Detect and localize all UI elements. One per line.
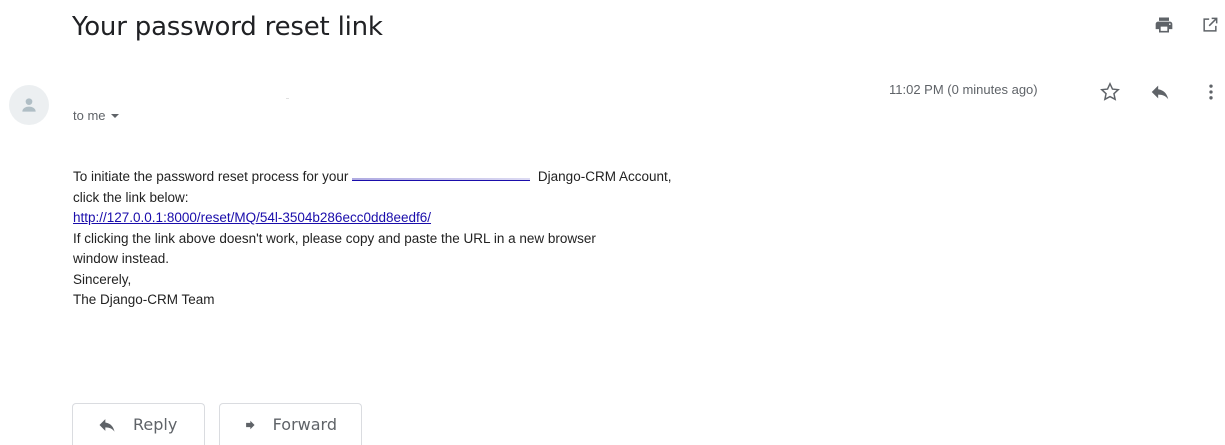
body-line-2: click the link below: — [73, 189, 189, 205]
print-button[interactable] — [1150, 11, 1178, 39]
reply-icon — [99, 418, 115, 432]
email-timestamp: 11:02 PM (0 minutes ago) — [889, 82, 1038, 97]
body-text: Django-CRM Account, — [537, 169, 672, 184]
sender-avatar[interactable] — [9, 85, 49, 125]
password-reset-link[interactable]: http://127.0.0.1:8000/reset/MQ/54l-3504b… — [73, 210, 431, 225]
redacted-email-link[interactable] — [352, 168, 531, 181]
open-in-new-window-button[interactable] — [1196, 11, 1224, 39]
recipient-details-toggle[interactable]: to me — [73, 108, 120, 123]
forward-action-button[interactable]: Forward — [219, 403, 362, 445]
sender-name-redacted — [286, 98, 289, 99]
open-in-new-window-icon — [1203, 17, 1218, 32]
reply-action-button[interactable]: Reply — [72, 403, 205, 445]
email-body: To initiate the password reset process f… — [73, 167, 671, 311]
forward-arrow-icon — [246, 420, 255, 429]
recipient-label: to me — [73, 108, 106, 123]
forward-label: Forward — [272, 415, 337, 434]
star-icon — [1100, 82, 1120, 101]
person-icon — [22, 98, 36, 112]
body-text: To initiate the password reset process f… — [73, 169, 349, 184]
body-line-7: The Django-CRM Team — [73, 292, 215, 307]
star-button[interactable] — [1096, 78, 1124, 106]
caret-down-icon — [110, 113, 119, 118]
more-options-button[interactable] — [1197, 78, 1225, 106]
reply-label: Reply — [133, 415, 178, 434]
body-line-6: Sincerely, — [73, 271, 132, 287]
reply-icon — [1151, 85, 1169, 100]
body-line-4: If clicking the link above doesn't work,… — [73, 230, 596, 246]
print-icon — [1155, 17, 1173, 33]
reply-button[interactable] — [1146, 78, 1174, 106]
body-line-3: http://127.0.0.1:8000/reset/MQ/54l-3504b… — [73, 208, 671, 229]
body-line-5: window instead. — [73, 251, 170, 266]
more-vert-icon — [1209, 84, 1213, 100]
email-subject: Your password reset link — [72, 12, 383, 42]
body-line-1: To initiate the password reset process f… — [73, 167, 671, 188]
